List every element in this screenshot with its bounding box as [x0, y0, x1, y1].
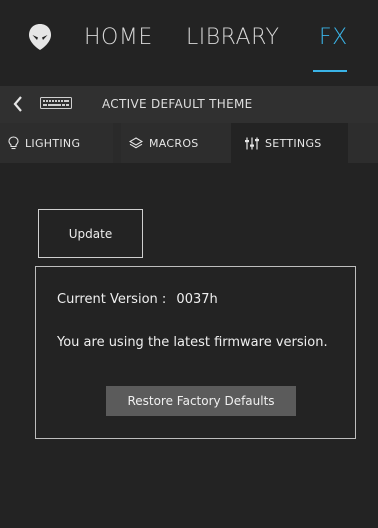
nav-home[interactable]: HOME — [84, 26, 153, 50]
tab-strip-filler — [348, 123, 378, 163]
tab-macros-label: MACROS — [149, 136, 199, 150]
top-nav: HOME LIBRARY FX — [0, 0, 378, 86]
update-button[interactable]: Update — [38, 209, 143, 258]
firmware-status-message: You are using the latest firmware versio… — [57, 335, 328, 350]
nav-fx[interactable]: FX — [319, 26, 348, 50]
theme-title: ACTIVE DEFAULT THEME — [102, 97, 253, 111]
version-label: Current Version : — [57, 292, 167, 307]
nav-library[interactable]: LIBRARY — [186, 26, 279, 50]
layers-icon — [129, 137, 143, 149]
keyboard-icon — [40, 97, 72, 109]
tab-settings-label: SETTINGS — [265, 136, 322, 150]
sliders-icon — [245, 137, 259, 149]
app-window: HOME LIBRARY FX ACTIVE DEFAULT THEME LIG… — [0, 0, 378, 528]
version-value: 0037h — [176, 292, 218, 307]
alien-head-icon[interactable] — [29, 24, 51, 50]
nav-active-indicator — [313, 70, 347, 72]
version-row: Current Version : 0037h — [57, 291, 218, 309]
restore-factory-defaults-button[interactable]: Restore Factory Defaults — [106, 386, 296, 416]
tab-settings[interactable]: SETTINGS — [231, 123, 348, 163]
tab-lighting-label: LIGHTING — [25, 136, 81, 150]
tab-lighting[interactable]: LIGHTING — [0, 123, 113, 163]
firmware-panel: Current Version : 0037h You are using th… — [35, 266, 356, 439]
breadcrumb-bar: ACTIVE DEFAULT THEME — [0, 86, 378, 123]
chevron-left-icon[interactable] — [12, 95, 24, 113]
lightbulb-icon — [8, 136, 19, 150]
fx-tabs: LIGHTING MACROS SETTINGS — [0, 123, 378, 163]
tab-macros[interactable]: MACROS — [121, 123, 231, 163]
